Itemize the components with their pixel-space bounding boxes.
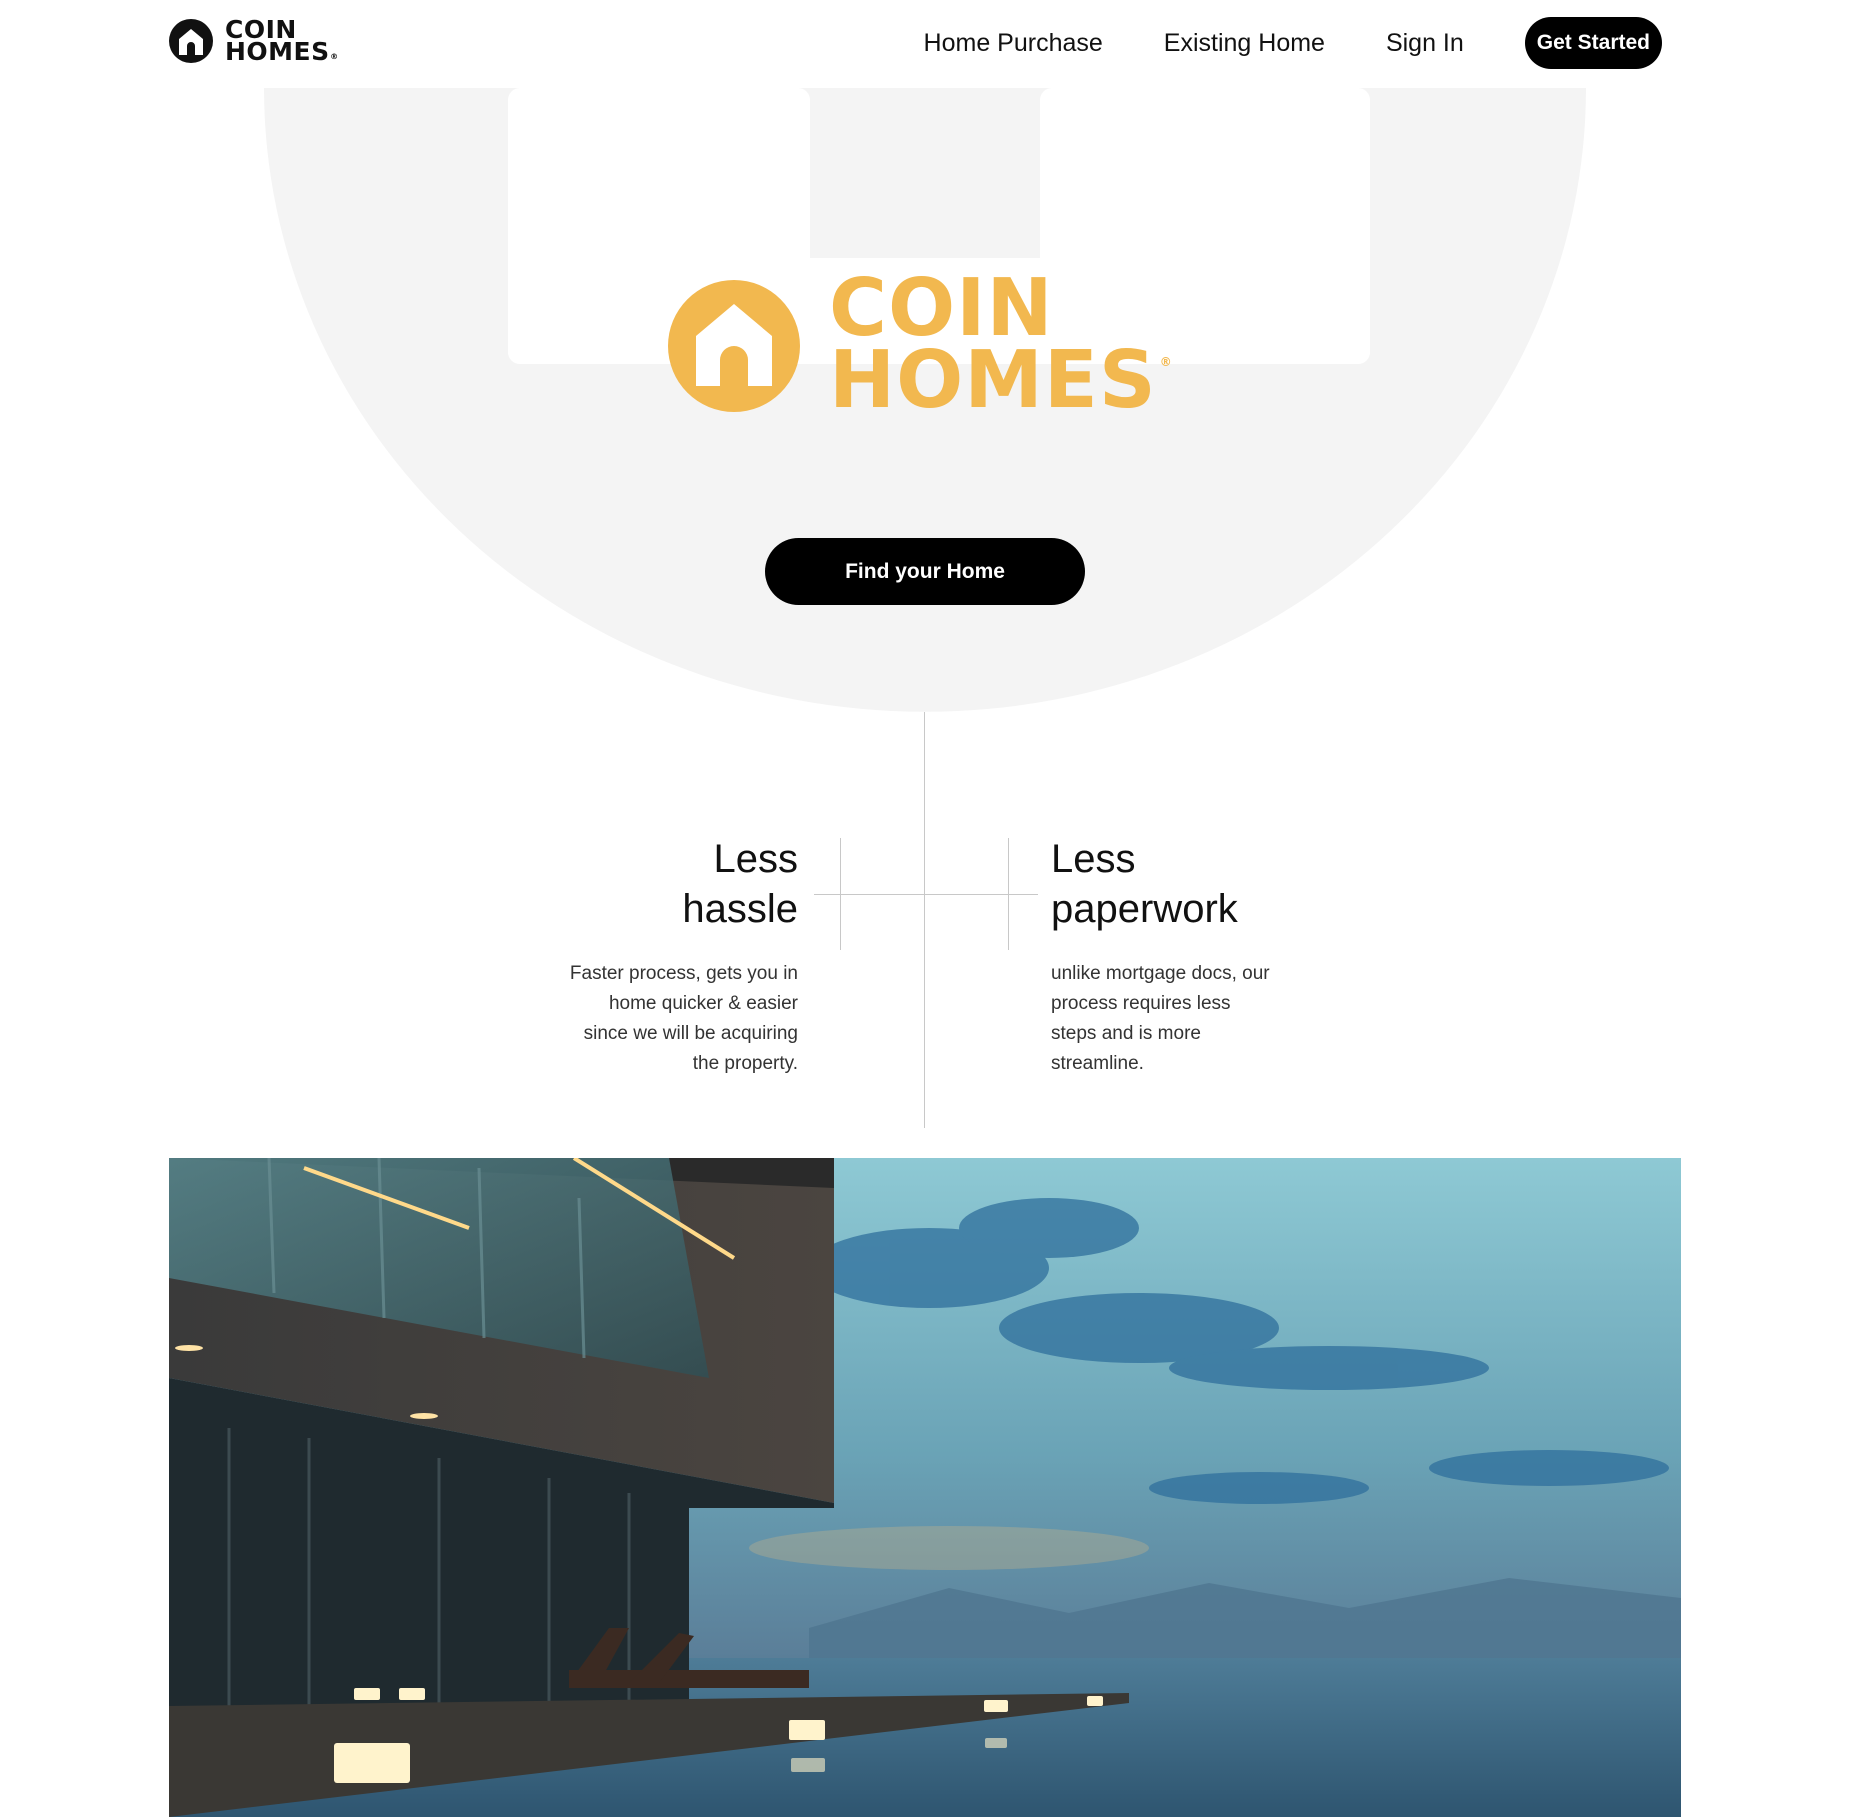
feature-hassle-title: Less hassle (558, 834, 798, 934)
feature-hassle-title-line-2: hassle (682, 887, 798, 931)
feature-hassle-desc-line: since we will be acquiring (583, 1023, 798, 1044)
logo-wordmark: COIN HOMES ® (225, 17, 338, 66)
feature-paperwork-title-line-2: paperwork (1051, 887, 1238, 931)
hero-house-photo (169, 1158, 1681, 1817)
feature-paperwork-desc-line: streamline. (1051, 1053, 1144, 1074)
hero-brand-wordmark: COIN HOMES ® (829, 269, 1172, 426)
feature-hassle-desc-line: home quicker & easier (608, 993, 798, 1014)
house-at-dusk-illustration (169, 1158, 1681, 1817)
feature-hassle-description: Faster process, gets you in home quicker… (543, 959, 798, 1079)
logo-line-2: HOMES (225, 37, 330, 66)
feature-paperwork-description: unlike mortgage docs, our process requir… (1051, 959, 1301, 1079)
hero-brand-line-2: HOMES (829, 334, 1157, 426)
right-tick-divider (1008, 838, 1009, 950)
feature-hassle-desc-line: Faster process, gets you in (569, 963, 798, 984)
feature-hassle-desc-line: the property. (692, 1053, 798, 1074)
feature-paperwork-desc-line: steps and is more (1051, 1023, 1201, 1044)
center-divider-vertical (924, 712, 925, 1128)
center-divider-horizontal (814, 894, 1038, 895)
nav-sign-in[interactable]: Sign In (1386, 17, 1464, 69)
main-nav: Home Purchase Existing Home Sign In Get … (924, 17, 1662, 69)
header-logo[interactable]: COIN HOMES ® (169, 17, 338, 66)
feature-paperwork-title-line-1: Less (1051, 837, 1136, 881)
house-circle-icon (169, 19, 213, 63)
logo-registered-mark: ® (330, 52, 339, 61)
left-tick-divider (840, 838, 841, 950)
feature-hassle-title-line-1: Less (713, 837, 799, 881)
nav-existing-home[interactable]: Existing Home (1164, 17, 1325, 69)
brand-house-icon (668, 280, 800, 412)
nav-home-purchase[interactable]: Home Purchase (924, 17, 1103, 69)
feature-paperwork-title: Less paperwork (1051, 834, 1311, 934)
find-your-home-button[interactable]: Find your Home (765, 538, 1085, 605)
feature-paperwork-desc-line: process requires less (1051, 993, 1231, 1014)
site-header: COIN HOMES ® Home Purchase Existing Home… (0, 0, 1850, 88)
feature-paperwork-desc-line: unlike mortgage docs, our (1051, 963, 1270, 984)
hero-registered-mark: ® (1159, 355, 1173, 369)
get-started-button[interactable]: Get Started (1524, 17, 1662, 69)
